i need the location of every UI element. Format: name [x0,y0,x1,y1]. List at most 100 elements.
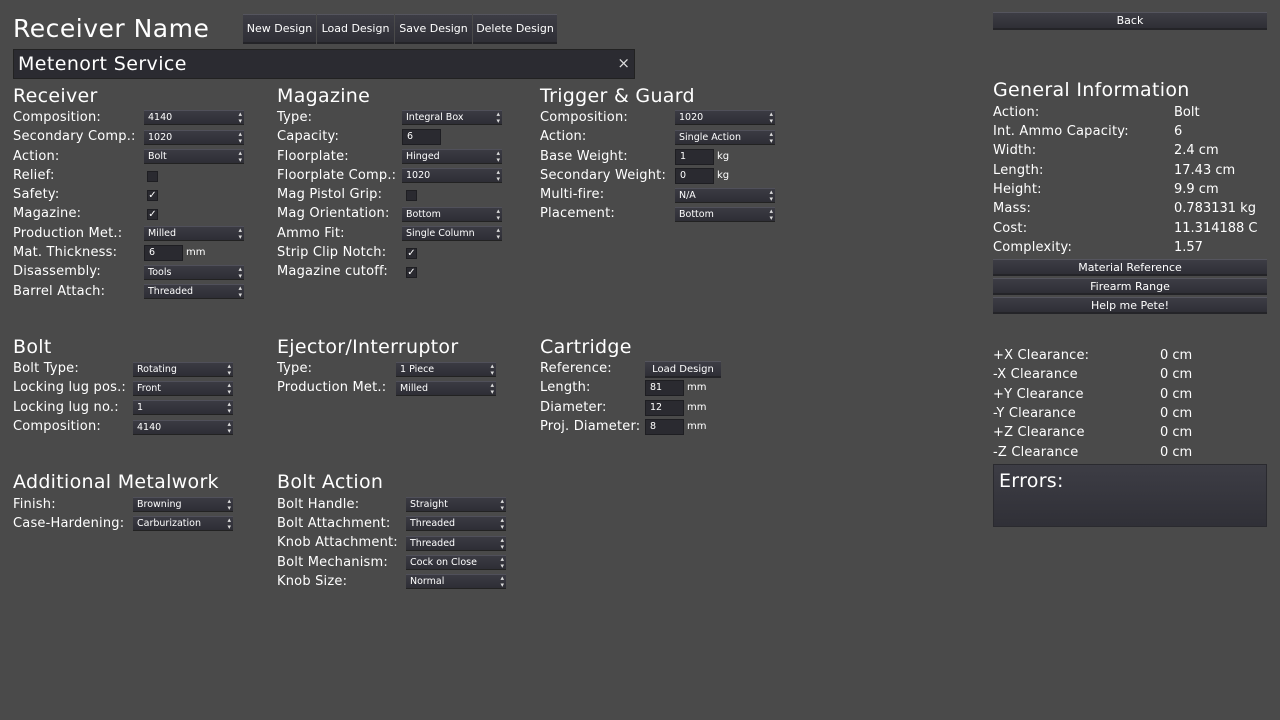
strip-clip-checkbox[interactable]: ✓ [406,248,417,259]
updown-icon: ▴ ▾ [500,516,504,531]
receiver-label: Production Met.: [13,226,123,241]
info-value: 6 [1174,124,1183,139]
info-value: Bolt [1174,105,1200,120]
clearance-value: 0 cm [1160,445,1193,460]
clearance-label: -Z Clearance [993,445,1079,460]
placement-select[interactable]: Bottom ▴ ▾ [675,207,775,222]
ammo-fit-select[interactable]: Single Column ▴ ▾ [402,226,502,241]
info-label: Length: [993,163,1044,178]
safety-checkbox[interactable]: ✓ [147,190,158,201]
info-value: 2.4 cm [1174,143,1219,158]
updown-icon: ▴ ▾ [490,381,494,396]
magazine-label: Capacity: [277,129,340,144]
info-value: 9.9 cm [1174,182,1219,197]
receiver-name-input[interactable]: Metenort Service × [13,49,635,79]
magazine-cutoff-checkbox[interactable]: ✓ [406,267,417,278]
delete-design-button[interactable]: Delete Design [473,14,557,44]
receiver-composition-select[interactable]: 4140 ▴ ▾ [144,110,244,125]
capacity-input[interactable]: 6 [402,129,441,145]
updown-icon: ▴ ▾ [769,130,773,145]
info-label: Cost: [993,221,1028,236]
material-reference-button[interactable]: Material Reference [993,259,1267,276]
updown-icon: ▴ ▾ [227,497,231,512]
cartridge-diameter-input[interactable]: 12 [645,400,684,416]
trigger-label: Action: [540,129,587,144]
case-hardening-select[interactable]: Carburization ▴ ▾ [133,516,233,531]
knob-size-select[interactable]: Normal ▴ ▾ [406,574,506,589]
magazine-label: Strip Clip Notch: [277,245,387,260]
secondary-weight-input[interactable]: 0 [675,168,714,184]
magazine-checkbox[interactable]: ✓ [147,209,158,220]
floorplate-select[interactable]: Hinged ▴ ▾ [402,149,502,164]
receiver-production-select[interactable]: Milled ▴ ▾ [144,226,244,241]
firearm-range-button[interactable]: Firearm Range [993,278,1267,295]
updown-icon: ▴ ▾ [227,362,231,377]
trigger-heading: Trigger & Guard [540,85,695,107]
lug-pos-select[interactable]: Front ▴ ▾ [133,381,233,396]
knob-attachment-select[interactable]: Threaded ▴ ▾ [406,536,506,551]
receiver-action-select[interactable]: Bolt ▴ ▾ [144,149,244,164]
relief-checkbox[interactable] [147,171,158,182]
updown-icon: ▴ ▾ [769,207,773,222]
bolt-attachment-select[interactable]: Threaded ▴ ▾ [406,516,506,531]
updown-icon: ▴ ▾ [500,555,504,570]
ejector-heading: Ejector/Interruptor [277,336,459,358]
ejector-label: Production Met.: [277,380,387,395]
info-value: 1.57 [1174,240,1203,255]
disassembly-select[interactable]: Tools ▴ ▾ [144,265,244,280]
load-design-button[interactable]: Load Design [317,14,394,44]
bolt-label: Composition: [13,419,101,434]
bolt-action-label: Knob Size: [277,574,348,589]
lug-no-select[interactable]: 1 ▴ ▾ [133,400,233,415]
clearance-value: 0 cm [1160,348,1193,363]
help-me-pete-button[interactable]: Help me Pete! [993,297,1267,314]
magazine-type-select[interactable]: Integral Box ▴ ▾ [402,110,502,125]
updown-icon: ▴ ▾ [496,207,500,222]
new-design-button[interactable]: New Design [243,14,316,44]
updown-icon: ▴ ▾ [500,536,504,551]
trigger-label: Base Weight: [540,149,628,164]
info-value: 0.783131 kg [1174,201,1256,216]
clearance-label: -X Clearance [993,367,1078,382]
clearance-label: +Z Clearance [993,425,1085,440]
receiver-name-value: Metenort Service [18,53,187,75]
barrel-attach-select[interactable]: Threaded ▴ ▾ [144,284,244,299]
metalwork-label: Case-Hardening: [13,516,125,531]
base-weight-input[interactable]: 1 [675,149,714,165]
back-button[interactable]: Back [993,12,1267,30]
save-design-button[interactable]: Save Design [395,14,472,44]
proj-diameter-input[interactable]: 8 [645,419,684,435]
trigger-action-select[interactable]: Single Action ▴ ▾ [675,130,775,145]
receiver-secondary-select[interactable]: 1020 ▴ ▾ [144,130,244,145]
bolt-type-select[interactable]: Rotating ▴ ▾ [133,362,233,377]
magazine-label: Floorplate Comp.: [277,168,397,183]
receiver-label: Mat. Thickness: [13,245,118,260]
finish-select[interactable]: Browning ▴ ▾ [133,497,233,512]
ejector-production-select[interactable]: Milled ▴ ▾ [396,381,496,396]
mag-orientation-select[interactable]: Bottom ▴ ▾ [402,207,502,222]
trigger-label: Multi-fire: [540,187,605,202]
info-value: 11.314188 C [1174,221,1258,236]
receiver-label: Relief: [13,168,55,183]
thickness-input[interactable]: 6 [144,245,183,261]
floorplate-comp-select[interactable]: 1020 ▴ ▾ [402,168,502,183]
bolt-mechanism-select[interactable]: Cock on Close ▴ ▾ [406,555,506,570]
info-label: Int. Ammo Capacity: [993,124,1129,139]
bolt-composition-select[interactable]: 4140 ▴ ▾ [133,420,233,435]
multifire-select[interactable]: N/A ▴ ▾ [675,188,775,203]
clearance-label: +X Clearance: [993,348,1090,363]
bolt-handle-select[interactable]: Straight ▴ ▾ [406,497,506,512]
trigger-composition-select[interactable]: 1020 ▴ ▾ [675,110,775,125]
magazine-label: Magazine cutoff: [277,264,388,279]
receiver-heading: Receiver [13,85,98,107]
cartridge-length-input[interactable]: 81 [645,380,684,396]
metalwork-heading: Additional Metalwork [13,471,219,493]
cartridge-load-design-button[interactable]: Load Design [645,361,721,378]
cartridge-label: Diameter: [540,400,607,415]
clear-icon[interactable]: × [617,54,630,72]
mag-pistol-grip-checkbox[interactable] [406,190,417,201]
bolt-action-heading: Bolt Action [277,471,384,493]
metalwork-label: Finish: [13,497,56,512]
ejector-type-select[interactable]: 1 Piece ▴ ▾ [396,362,496,377]
magazine-label: Type: [277,110,313,125]
